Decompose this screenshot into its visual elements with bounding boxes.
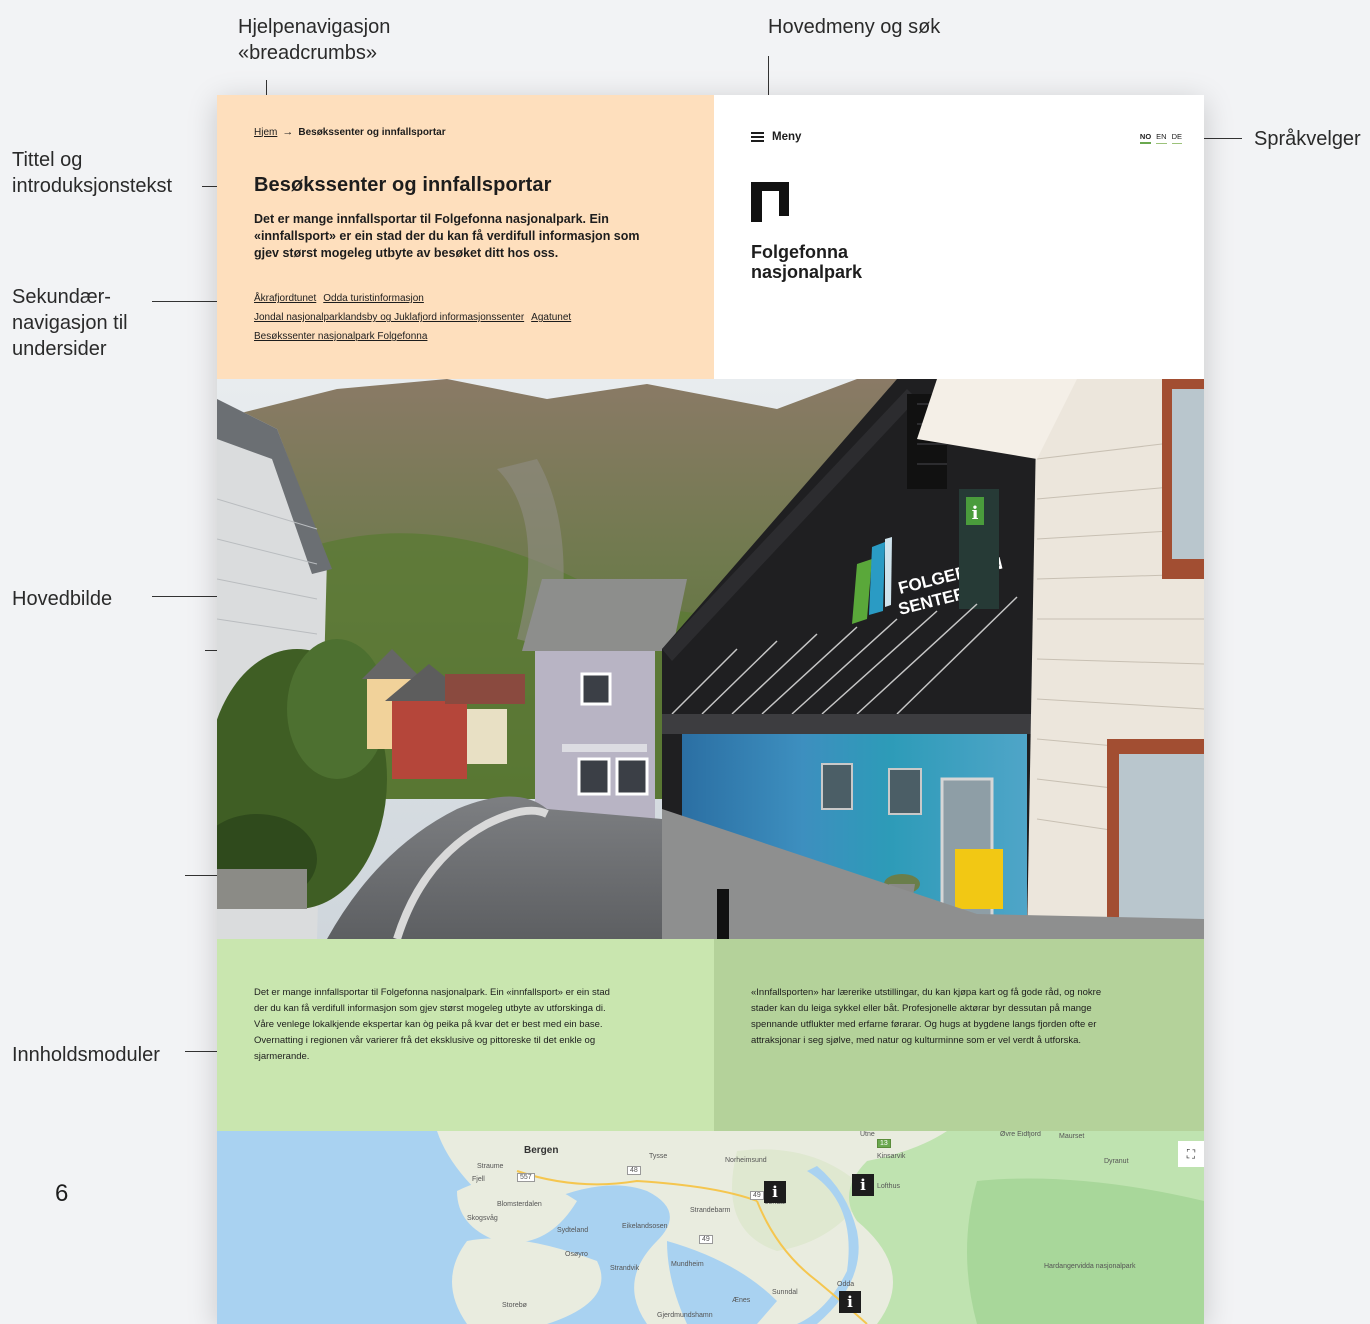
- road-number: 557: [517, 1173, 535, 1182]
- map-label: Dyranut: [1104, 1158, 1129, 1165]
- annotation-text: introduksjonstekst: [12, 175, 173, 197]
- map-label: Storebø: [502, 1302, 527, 1309]
- annotation-text: Hjelpenavigasjon: [238, 16, 391, 38]
- hamburger-icon: [751, 132, 764, 142]
- map-label: Strandvik: [610, 1265, 640, 1272]
- intro-text: Det er mange innfallsportar til Folgefon…: [254, 212, 640, 260]
- map-label: Mundheim: [671, 1261, 704, 1268]
- breadcrumb-current: Besøkssenter og innfallsportar: [298, 126, 446, 138]
- map-label: Straume: [477, 1163, 504, 1170]
- road-number: 13: [877, 1139, 891, 1148]
- module-text: Det er mange innfallsportar til Folgefon…: [254, 987, 610, 1062]
- annotation-language: Språkvelger: [1254, 128, 1361, 150]
- map-label-bergen: Bergen: [524, 1145, 559, 1156]
- language-de[interactable]: DE: [1171, 132, 1182, 144]
- language-no[interactable]: NO: [1139, 132, 1152, 144]
- map-info-pin[interactable]: i: [852, 1174, 874, 1196]
- map-label: Odda: [837, 1281, 855, 1288]
- page-title: Besøkssenter og innfallsportar: [254, 174, 552, 196]
- map-label: Kinsarvik: [877, 1153, 906, 1160]
- annotation-hero: Hovedbilde: [12, 588, 113, 610]
- map-fullscreen-button[interactable]: ⛶: [1178, 1141, 1204, 1167]
- secondary-nav: Åkrafjordtunet Odda turistinformasjon Jon…: [254, 289, 694, 346]
- map-label: Norheimsund: [725, 1157, 767, 1164]
- map-label: Strandebarm: [690, 1207, 731, 1214]
- module-text: «Innfallsporten» har lærerike utstilling…: [751, 987, 1102, 1046]
- map-label: Osøyro: [565, 1251, 588, 1258]
- annotation-modules: Innholdsmoduler: [12, 1044, 160, 1066]
- subnav-link-akrafjordtunet[interactable]: Åkrafjordtunet: [254, 293, 316, 304]
- road-number: 49: [699, 1235, 713, 1244]
- breadcrumb-home-link[interactable]: Hjem: [254, 127, 277, 138]
- map-label: Tysse: [649, 1153, 668, 1160]
- road-number: 49: [750, 1191, 764, 1200]
- map-label: Blomsterdalen: [497, 1201, 542, 1208]
- map-label: Øvre Eidfjord: [1000, 1131, 1041, 1138]
- annotation-title: Tittel og introduksjonstekst: [12, 147, 172, 199]
- subnav-link-besokssenter[interactable]: Besøkssenter nasjonalpark Folgefonna: [254, 331, 427, 342]
- logo-line: Folgefonna: [751, 242, 848, 262]
- map-label: Eikelandsosen: [622, 1223, 668, 1230]
- content-module-left: Det er mange innfallsportar til Folgefon…: [217, 939, 714, 1131]
- map-label: Lofthus: [877, 1183, 900, 1190]
- map-info-pin[interactable]: i: [839, 1291, 861, 1313]
- annotation-breadcrumbs: Hjelpenavigasjon «breadcrumbs»: [238, 14, 390, 66]
- breadcrumb: Hjem → Besøkssenter og innfallsportar: [254, 126, 446, 138]
- annotation-text: «breadcrumbs»: [238, 42, 377, 64]
- menu-label: Meny: [772, 131, 802, 143]
- park-logo-text: Folgefonna nasjonalpark: [751, 242, 862, 282]
- header-intro-panel: Hjem → Besøkssenter og innfallsportar Be…: [217, 95, 714, 379]
- arrow-right-icon: →: [282, 126, 294, 138]
- hero-image: FOLGEFONN SENTERET i: [217, 379, 1204, 939]
- subnav-link-jondal[interactable]: Jondal nasjonalparklandsby og Juklafjord…: [254, 312, 524, 323]
- map-label: Maurset: [1059, 1133, 1085, 1140]
- park-logo-icon: [751, 182, 789, 222]
- annotation-text: Sekundær-: [12, 286, 111, 308]
- road-number: 48: [627, 1166, 641, 1175]
- website-mockup: Hjem → Besøkssenter og innfallsportar Be…: [217, 95, 1204, 1324]
- language-selector: NO EN DE: [1139, 132, 1182, 144]
- content-module-right: «Innfallsporten» har lærerike utstilling…: [714, 939, 1204, 1131]
- map-label: Ænes: [732, 1297, 751, 1304]
- menu-button[interactable]: Meny: [751, 131, 801, 143]
- annotation-subnav: Sekundær- navigasjon til undersider: [12, 284, 128, 362]
- annotation-text: undersider: [12, 338, 107, 360]
- language-en[interactable]: EN: [1156, 132, 1167, 144]
- map-label: Utne: [860, 1131, 875, 1138]
- logo-line: nasjonalpark: [751, 262, 863, 282]
- map-label: Sunndal: [772, 1289, 798, 1296]
- map-label: Sydteland: [557, 1227, 589, 1234]
- subnav-link-agatunet[interactable]: Agatunet: [531, 312, 571, 323]
- info-sign-icon: i: [972, 503, 979, 524]
- header-brand-panel: Meny NO EN DE Folgefonna nasjonalpark: [714, 95, 1204, 379]
- map-label: Hardangervidda nasjonalpark: [1044, 1263, 1136, 1270]
- annotation-text: navigasjon til: [12, 312, 128, 334]
- map-label: Gjerdmundshamn: [657, 1312, 713, 1319]
- page-number: 6: [55, 1180, 69, 1207]
- map[interactable]: Bergen Straume Fjell Blomsterdalen Skogs…: [217, 1131, 1204, 1324]
- map-label: Skogsvåg: [467, 1215, 498, 1222]
- map-info-pin[interactable]: i: [764, 1181, 786, 1203]
- map-label: Fjell: [472, 1176, 485, 1183]
- annotation-menu-search: Hovedmeny og søk: [768, 16, 941, 38]
- subnav-link-odda[interactable]: Odda turistinformasjon: [323, 293, 424, 304]
- annotation-text: Tittel og: [12, 149, 83, 171]
